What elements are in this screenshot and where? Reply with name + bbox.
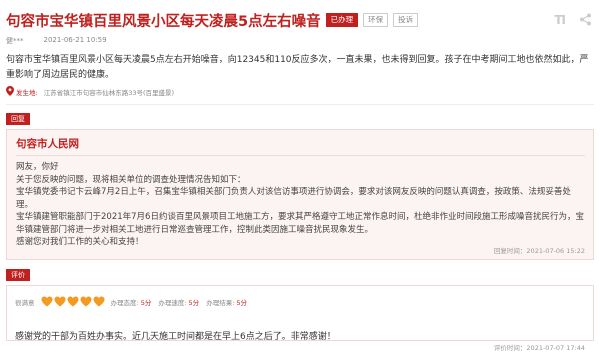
evaluation-section-label: 评价 xyxy=(6,269,30,281)
status-badge: 已办理 xyxy=(325,13,359,27)
location-address: 江苏省镇江市句容市仙林东路33号(百里盛景) xyxy=(43,89,175,97)
heart-icon xyxy=(80,296,91,307)
evaluation-box: 很满意 办理态度: 5分 办理速度: 5分 办理结果: 5分 感谢党的干部为百姓办事实… xyxy=(6,285,594,352)
heart-icon xyxy=(54,296,65,307)
reply-paragraph: 宝华镇建管职能部门于2021年7月6日约谈百里风景项目工地施工方，要求其严格遵守… xyxy=(16,212,584,235)
author-name: 健*** xyxy=(6,37,24,45)
location-label: 发生地: xyxy=(16,89,38,97)
reply-text: 网友，你好 关于您反映的问题，现将相关单位的调查处理情况告知如下： 宝华镇党委书… xyxy=(16,161,585,249)
post-meta: 健*** 2021-06-21 10:59 xyxy=(6,36,594,46)
heart-icon xyxy=(93,296,104,307)
tag-complaint[interactable]: 投诉 xyxy=(393,13,419,27)
score-attitude: 办理态度: 5分 xyxy=(110,298,152,307)
score-speed: 办理速度: 5分 xyxy=(158,298,200,307)
reply-section-label: 回复 xyxy=(6,113,30,125)
message-content: 句容市宝华镇百里风景小区每天凌晨5点左右开始噪音，向12345和110反应多次，… xyxy=(6,55,589,80)
evaluation-time: 评价时间：2021-07-07 17:44 xyxy=(493,344,585,352)
font-size-icon[interactable]: TI xyxy=(554,13,566,27)
post-date: 2021-06-21 10:59 xyxy=(43,36,107,44)
reply-paragraph: 宝华镇党委书记卞云峰7月2日上午，召集宝华镇相关部门负责人对该信访事项进行协调会… xyxy=(16,187,571,210)
attitude-label: 很满意 xyxy=(15,298,35,307)
reply-greeting: 网友，你好 xyxy=(16,162,59,172)
reply-time: 回复时间：2021-07-06 15:22 xyxy=(493,247,585,255)
reply-org[interactable]: 句容市人民网 xyxy=(16,136,585,156)
message-detail-page: 句容市宝华镇百里风景小区每天凌晨5点左右噪音 已办理 环保 投诉 TI 健***… xyxy=(0,0,600,360)
heart-icon xyxy=(41,296,52,307)
location-pin-icon xyxy=(6,86,14,98)
heart-icon xyxy=(67,296,78,307)
evaluation-scores: 办理态度: 5分 办理速度: 5分 办理结果: 5分 xyxy=(111,297,248,307)
page-title: 句容市宝华镇百里风景小区每天凌晨5点左右噪音 xyxy=(6,13,321,30)
share-icon[interactable] xyxy=(579,13,592,26)
evaluation-text: 感谢党的干部为百姓办事实。近几天施工时间都是在早上6点之后了。非常感谢！ xyxy=(15,332,336,342)
title-row: 句容市宝华镇百里风景小区每天凌晨5点左右噪音 已办理 环保 投诉 xyxy=(6,8,594,32)
reply-box: 句容市人民网 网友，你好 关于您反映的问题，现将相关单位的调查处理情况告知如下：… xyxy=(6,129,594,260)
reply-intro: 关于您反映的问题，现将相关单位的调查处理情况告知如下： xyxy=(16,174,246,185)
score-result: 办理结果: 5分 xyxy=(206,298,248,307)
tag-environment[interactable]: 环保 xyxy=(363,13,389,27)
rating-hearts xyxy=(41,296,105,307)
evaluation-rating-row: 很满意 办理态度: 5分 办理速度: 5分 办理结果: 5分 xyxy=(15,296,585,307)
top-tools: TI xyxy=(554,13,592,27)
location-row: 发生地: 江苏省镇江市句容市仙林东路33号(百里盛景) xyxy=(6,86,594,105)
